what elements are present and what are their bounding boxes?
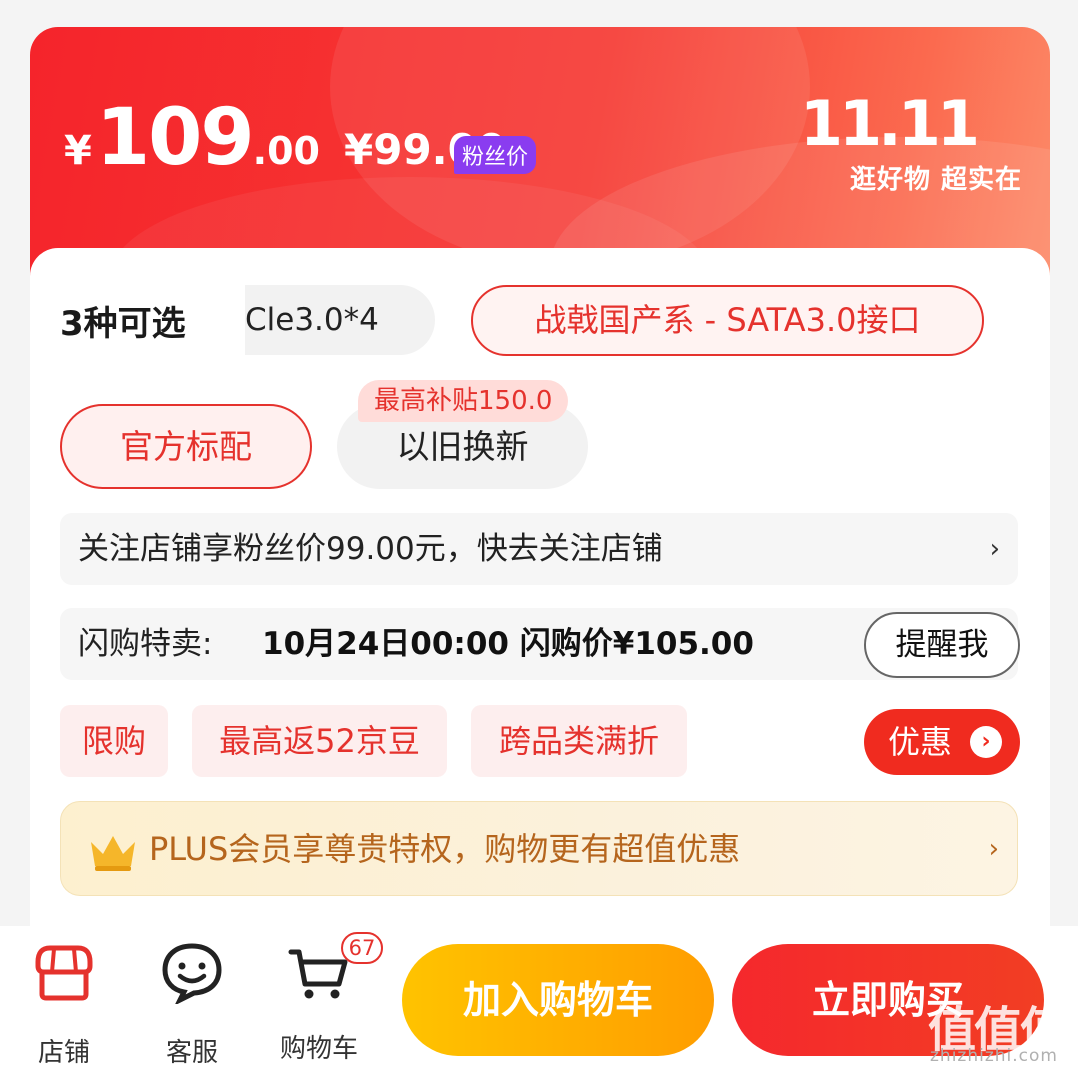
cart-icon-wrap: 67 — [287, 932, 383, 1004]
follow-store-row[interactable]: 关注店铺享粉丝价99.00元，快去关注店铺 › — [60, 513, 1018, 585]
variant-count-label: 3种可选 — [60, 304, 186, 344]
promo-tag: 跨品类满折 — [471, 705, 687, 777]
plus-membership-text: PLUS会员享尊贵特权，购物更有超值优惠 — [149, 830, 741, 868]
watermark-url: zhizhizhi.com — [930, 1046, 1058, 1066]
event-slogan: 逛好物 超实在 — [849, 165, 1022, 195]
variant-option-selected[interactable]: 战戟国产系 - SATA3.0接口 — [471, 285, 984, 356]
promo-tag: 限购 — [60, 705, 168, 777]
plus-membership-row[interactable]: PLUS会员享尊贵特权，购物更有超值优惠 › — [60, 801, 1018, 896]
event-logo: 11.11 — [799, 87, 980, 160]
currency-symbol: ¥ — [64, 128, 92, 174]
shop-icon — [35, 945, 93, 1001]
price-integer: 109 — [95, 93, 255, 183]
variant-option[interactable]: Cle3.0*4 — [245, 285, 435, 355]
product-page: ¥ 109 .00 ¥99.00 粉丝价 11.11 逛好物 超实在 3种可选 … — [0, 0, 1078, 1073]
arrow-circle-icon: › — [970, 726, 1002, 758]
customer-service-icon — [162, 943, 222, 1006]
bottom-action-bar: 店铺 客服 67 购物车 加入购物车 立即购买 — [0, 926, 1078, 1073]
chevron-right-icon: › — [988, 834, 999, 864]
nav-shop-label: 店铺 — [37, 1038, 90, 1068]
discount-button[interactable]: 优惠 › — [864, 709, 1020, 775]
price-decimal: .00 — [252, 129, 320, 173]
nav-cart[interactable]: 67 购物车 — [269, 932, 383, 1065]
fan-price-badge: 粉丝价 — [454, 136, 537, 174]
subsidy-badge: 最高补贴150.0 — [358, 380, 569, 422]
price-row: ¥ 109 .00 ¥99.00 — [64, 99, 506, 177]
cart-count-badge: 67 — [341, 932, 383, 964]
add-to-cart-button[interactable]: 加入购物车 — [402, 944, 714, 1056]
promo-tag: 最高返52京豆 — [192, 705, 447, 777]
discount-button-label: 优惠 — [888, 723, 953, 761]
nav-customer-service[interactable]: 客服 — [142, 940, 242, 1069]
nav-shop[interactable]: 店铺 — [14, 940, 114, 1069]
nav-cart-label: 购物车 — [279, 1034, 358, 1064]
remind-me-button[interactable]: 提醒我 — [864, 612, 1020, 678]
product-info-card: 3种可选 Cle3.0*4 战戟国产系 - SATA3.0接口 官方标配 以旧换… — [30, 248, 1050, 948]
nav-service-label: 客服 — [165, 1038, 218, 1068]
follow-store-text: 关注店铺享粉丝价99.00元，快去关注店铺 — [78, 531, 663, 567]
flash-sale-info: 10月24日00:00 闪购价¥105.00 — [262, 626, 754, 662]
flash-sale-label: 闪购特卖: — [78, 626, 213, 662]
official-bundle-option[interactable]: 官方标配 — [60, 404, 312, 489]
crown-icon — [91, 836, 135, 871]
chevron-right-icon: › — [989, 534, 1000, 564]
